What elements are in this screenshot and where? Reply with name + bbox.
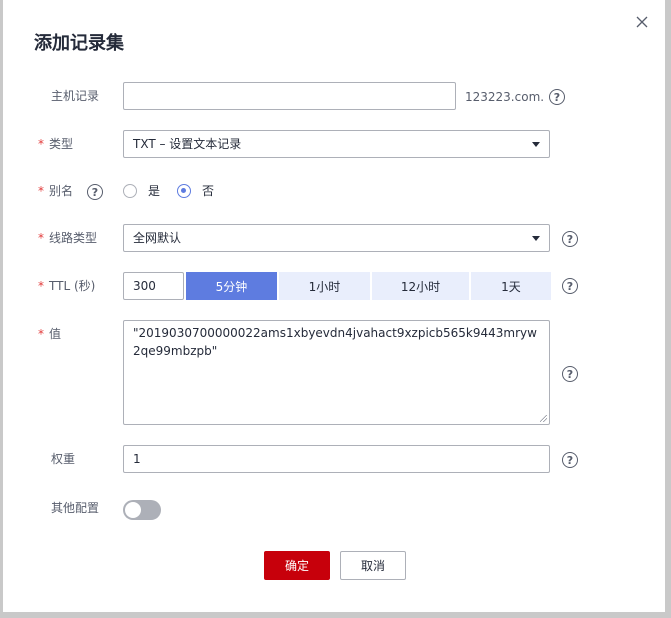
ttl-input[interactable]: 300 bbox=[123, 272, 184, 300]
host-record-help-icon[interactable]: ? bbox=[549, 89, 565, 105]
dialog-title: 添加记录集 bbox=[34, 33, 124, 54]
domain-suffix: 123223.com. bbox=[465, 90, 545, 104]
ttl-label: * TTL (秒) bbox=[38, 279, 96, 293]
type-label: * 类型 bbox=[38, 137, 74, 151]
weight-help-icon[interactable]: ? bbox=[562, 452, 578, 468]
line-type-label: * 线路类型 bbox=[38, 231, 98, 245]
value-help-icon[interactable]: ? bbox=[562, 366, 578, 382]
host-record-input[interactable] bbox=[123, 82, 456, 110]
chevron-down-icon bbox=[532, 236, 540, 241]
chevron-down-icon bbox=[532, 142, 540, 147]
type-select[interactable]: TXT – 设置文本记录 bbox=[123, 130, 550, 158]
host-record-label: 主机记录 bbox=[51, 89, 100, 103]
alias-yes-label: 是 bbox=[148, 184, 161, 198]
ttl-preset-5min[interactable]: 5分钟 bbox=[186, 272, 277, 300]
alias-no-radio[interactable] bbox=[177, 184, 191, 198]
line-type-help-icon[interactable]: ? bbox=[562, 231, 578, 247]
value-textarea[interactable]: "2019030700000022ams1xbyevdn4jvahact9xzp… bbox=[123, 320, 550, 425]
alias-no-label: 否 bbox=[202, 184, 215, 198]
other-config-toggle[interactable] bbox=[123, 500, 161, 520]
line-type-select[interactable]: 全网默认 bbox=[123, 224, 550, 252]
alias-yes-radio[interactable] bbox=[123, 184, 137, 198]
ttl-preset-12h[interactable]: 12小时 bbox=[372, 272, 469, 300]
confirm-button[interactable]: 确定 bbox=[264, 551, 330, 580]
value-label: * 值 bbox=[38, 327, 62, 341]
alias-label: * 别名 bbox=[38, 184, 74, 198]
weight-input[interactable]: 1 bbox=[123, 445, 550, 473]
resize-handle-icon[interactable] bbox=[540, 415, 547, 422]
weight-label: 权重 bbox=[51, 452, 76, 466]
ttl-preset-1d[interactable]: 1天 bbox=[471, 272, 551, 300]
alias-help-icon[interactable]: ? bbox=[87, 184, 103, 200]
add-record-set-dialog: 添加记录集 主机记录 123223.com. ? * 类型 TXT – 设置文本记… bbox=[3, 0, 665, 612]
close-icon[interactable] bbox=[632, 12, 652, 32]
cancel-button[interactable]: 取消 bbox=[340, 551, 406, 580]
other-config-label: 其他配置 bbox=[51, 501, 100, 515]
ttl-help-icon[interactable]: ? bbox=[562, 278, 578, 294]
ttl-preset-1h[interactable]: 1小时 bbox=[279, 272, 370, 300]
